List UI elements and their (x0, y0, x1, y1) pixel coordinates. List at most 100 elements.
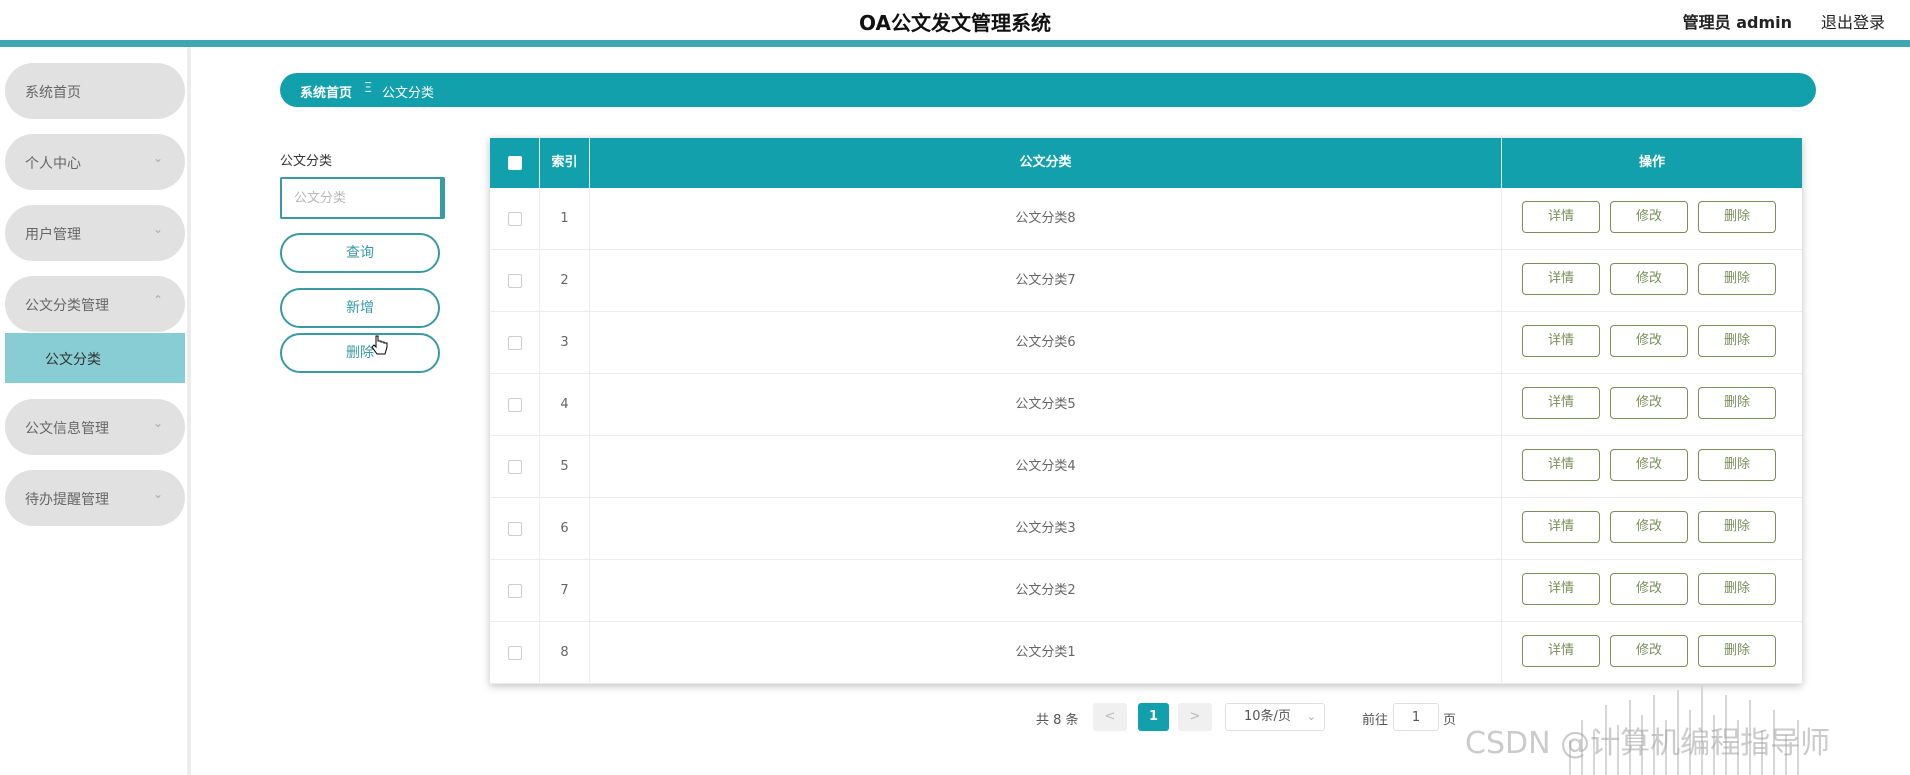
edit-button[interactable]: 修改 (1610, 387, 1688, 419)
pagination-prev-button[interactable]: < (1093, 703, 1127, 731)
top-header: OA公文发文管理系统 管理员 admin 退出登录 (0, 0, 1910, 40)
detail-button[interactable]: 详情 (1522, 449, 1600, 481)
delete-button[interactable]: 删除 (1698, 201, 1776, 233)
delete-button[interactable]: 删除 (1698, 511, 1776, 543)
row-index: 7 (540, 560, 590, 622)
row-operations: 详情 修改 删除 (1502, 560, 1802, 622)
row-index: 1 (540, 188, 590, 250)
sidebar-item-user-management[interactable]: 用户管理 ⌄ (5, 205, 185, 261)
edit-button[interactable]: 修改 (1610, 449, 1688, 481)
sidebar-item-label: 公文信息管理 (25, 421, 109, 437)
header-category: 公文分类 (590, 138, 1502, 188)
sidebar-item-home[interactable]: 系统首页 (5, 63, 185, 119)
row-operations: 详情 修改 删除 (1502, 374, 1802, 436)
row-category-name: 公文分类2 (590, 560, 1502, 622)
category-search-input[interactable] (280, 177, 445, 219)
row-check-cell (490, 250, 540, 312)
table-row: 2 公文分类7 详情 修改 删除 (490, 250, 1802, 312)
row-category-name: 公文分类7 (590, 250, 1502, 312)
app-title: OA公文发文管理系统 (859, 11, 1051, 35)
row-category-name: 公文分类8 (590, 188, 1502, 250)
sidebar: 系统首页 个人中心 ⌄ 用户管理 ⌄ 公文分类管理 ⌃ 公文分类 公文信息管理 … (0, 47, 191, 775)
header-accent-bar (0, 40, 1910, 47)
row-check-cell (490, 374, 540, 436)
sidebar-subitem-category[interactable]: 公文分类 (5, 333, 185, 383)
row-index: 4 (540, 374, 590, 436)
pagination-next-button[interactable]: > (1178, 703, 1212, 731)
row-category-name: 公文分类5 (590, 374, 1502, 436)
row-checkbox[interactable] (507, 459, 522, 474)
pagination-goto-unit: 页 (1443, 713, 1457, 728)
sidebar-subitem-label: 公文分类 (45, 352, 101, 368)
page-size-select[interactable]: 10条/页 ⌄ (1225, 703, 1325, 731)
row-checkbox[interactable] (507, 273, 522, 288)
pagination-total: 共 8 条 (1036, 713, 1079, 728)
chevron-down-icon: ⌄ (152, 416, 163, 430)
detail-button[interactable]: 详情 (1522, 263, 1600, 295)
table-row: 1 公文分类8 详情 修改 删除 (490, 188, 1802, 250)
row-category-name: 公文分类4 (590, 436, 1502, 498)
edit-button[interactable]: 修改 (1610, 573, 1688, 605)
row-checkbox[interactable] (507, 335, 522, 350)
edit-button[interactable]: 修改 (1610, 201, 1688, 233)
detail-button[interactable]: 详情 (1522, 573, 1600, 605)
hand-cursor-icon (371, 335, 388, 355)
row-checkbox[interactable] (507, 397, 522, 412)
row-index: 2 (540, 250, 590, 312)
edit-button[interactable]: 修改 (1610, 263, 1688, 295)
row-operations: 详情 修改 删除 (1502, 498, 1802, 560)
add-button[interactable]: 新增 (280, 288, 440, 328)
detail-button[interactable]: 详情 (1522, 387, 1600, 419)
header-index: 索引 (540, 138, 590, 188)
watermark-text: CSDN @计算机编程指导师 (1465, 726, 1831, 761)
sidebar-item-label: 公文分类管理 (25, 298, 109, 314)
sidebar-item-label: 待办提醒管理 (25, 492, 109, 508)
row-checkbox[interactable] (507, 521, 522, 536)
chevron-down-icon: ⌄ (152, 487, 163, 501)
row-index: 8 (540, 622, 590, 684)
row-category-name: 公文分类3 (590, 498, 1502, 560)
row-operations: 详情 修改 删除 (1502, 436, 1802, 498)
detail-button[interactable]: 详情 (1522, 325, 1600, 357)
row-index: 6 (540, 498, 590, 560)
delete-button[interactable]: 删除 (1698, 573, 1776, 605)
delete-button[interactable]: 删除 (1698, 387, 1776, 419)
delete-button[interactable]: 删除 (1698, 263, 1776, 295)
query-button[interactable]: 查询 (280, 233, 440, 273)
detail-button[interactable]: 详情 (1522, 511, 1600, 543)
row-checkbox[interactable] (507, 645, 522, 660)
row-checkbox[interactable] (507, 583, 522, 598)
table-row: 5 公文分类4 详情 修改 删除 (490, 436, 1802, 498)
breadcrumb: 系统首页 Ξ 公文分类 (280, 73, 1816, 107)
sidebar-item-label: 个人中心 (25, 156, 81, 172)
logout-link[interactable]: 退出登录 (1821, 9, 1885, 33)
delete-button[interactable]: 删除 (1698, 325, 1776, 357)
delete-button[interactable]: 删除 (1698, 449, 1776, 481)
row-check-cell (490, 560, 540, 622)
row-check-cell (490, 312, 540, 374)
sidebar-item-personal-center[interactable]: 个人中心 ⌄ (5, 134, 185, 190)
chevron-up-icon: ⌃ (152, 293, 163, 307)
detail-button[interactable]: 详情 (1522, 201, 1600, 233)
category-table: 索引 公文分类 操作 1 公文分类8 详情 修改 删除 2 公文分类7 详情 修改 删除 3 公文分类… (490, 138, 1802, 684)
page-size-value: 10条/页 (1244, 709, 1291, 724)
row-checkbox[interactable] (507, 211, 522, 226)
row-check-cell (490, 436, 540, 498)
select-all-checkbox[interactable] (507, 155, 522, 170)
search-label: 公文分类 (280, 154, 333, 169)
breadcrumb-home-link[interactable]: 系统首页 (300, 82, 352, 101)
sidebar-item-reminder-management[interactable]: 待办提醒管理 ⌄ (5, 470, 185, 526)
pagination-goto-input[interactable] (1393, 703, 1439, 731)
batch-delete-button[interactable]: 删除 (280, 333, 440, 373)
header-check-cell (490, 138, 540, 188)
sidebar-item-category-management[interactable]: 公文分类管理 ⌃ (5, 276, 185, 332)
sidebar-item-document-management[interactable]: 公文信息管理 ⌄ (5, 399, 185, 455)
edit-button[interactable]: 修改 (1610, 511, 1688, 543)
table-row: 3 公文分类6 详情 修改 删除 (490, 312, 1802, 374)
sidebar-item-label: 用户管理 (25, 227, 81, 243)
pagination-page-1[interactable]: 1 (1138, 703, 1169, 731)
edit-button[interactable]: 修改 (1610, 325, 1688, 357)
row-check-cell (490, 188, 540, 250)
table-row: 6 公文分类3 详情 修改 删除 (490, 498, 1802, 560)
breadcrumb-separator-icon: Ξ (364, 81, 373, 96)
